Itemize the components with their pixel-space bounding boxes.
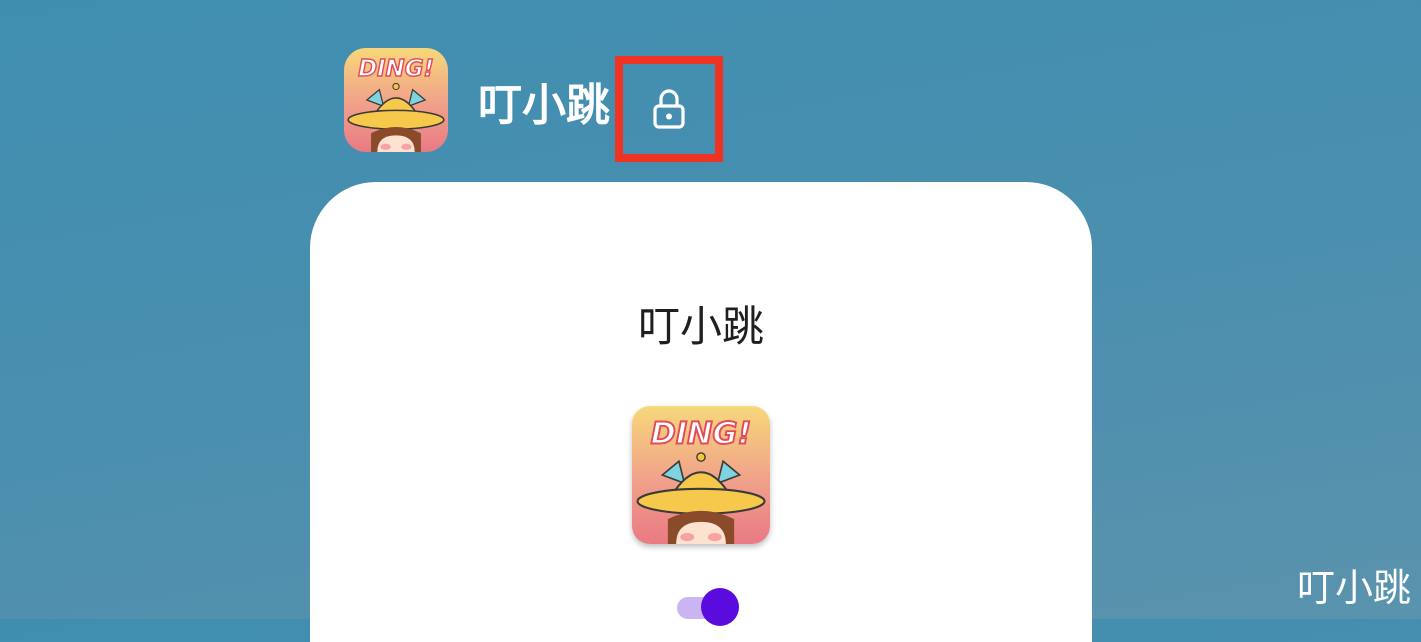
lock-button[interactable]	[615, 56, 723, 162]
ding-app-icon: DING!	[344, 48, 448, 152]
svg-text:DING!: DING!	[358, 56, 434, 82]
card-title: 叮小跳	[637, 302, 764, 351]
ding-app-icon: DING!	[632, 406, 770, 544]
app-icon-large[interactable]: DING!	[632, 406, 770, 544]
app-detail-card: 叮小跳 DING!	[310, 182, 1092, 642]
app-name: 叮小跳	[478, 80, 610, 131]
app-header: DING! 叮小跳	[344, 48, 744, 162]
toggle-thumb	[701, 588, 739, 626]
enable-toggle[interactable]	[677, 588, 741, 626]
app-icon[interactable]: DING!	[344, 48, 448, 152]
watermark-text: 叮小跳	[1296, 566, 1411, 610]
lock-icon	[653, 89, 685, 129]
svg-text:DING!: DING!	[651, 416, 752, 451]
